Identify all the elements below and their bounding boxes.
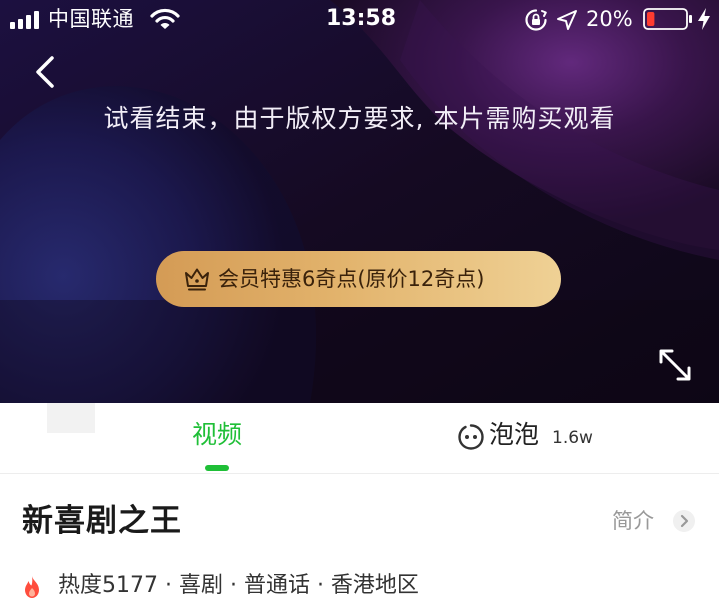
- chevron-right-icon: [673, 510, 695, 532]
- status-bar: 中国联通 13:58 20%: [0, 0, 719, 40]
- crown-icon: [185, 268, 209, 291]
- active-tab-indicator: [205, 465, 229, 471]
- battery-icon: [643, 8, 692, 30]
- vip-button-label: 会员特惠6奇点(原价12奇点): [218, 267, 485, 291]
- movie-title: 新喜剧之王: [22, 503, 182, 539]
- intro-label: 简介: [612, 509, 654, 533]
- clock: 13:58: [325, 6, 397, 31]
- tab-bubble-label: 泡泡: [489, 420, 540, 449]
- tab-video[interactable]: 视频: [158, 403, 276, 473]
- player-background: [0, 0, 719, 403]
- video-player[interactable]: 中国联通 13:58 20% 试看结束，由于版权方要求, 本片需购买观看 会员特…: [0, 0, 719, 403]
- movie-meta: 热度5177 · 喜剧 · 普通话 · 香港地区: [22, 570, 702, 604]
- movie-meta-text: 热度5177 · 喜剧 · 普通话 · 香港地区: [58, 573, 419, 598]
- lock-rotation-icon: [525, 9, 547, 31]
- bubble-icon: [458, 424, 484, 450]
- battery-percent: 20%: [586, 7, 633, 31]
- back-button[interactable]: [24, 50, 68, 94]
- trial-ended-message: 试看结束，由于版权方要求, 本片需购买观看: [103, 104, 616, 133]
- charging-icon: [698, 8, 710, 30]
- location-icon: [557, 10, 577, 30]
- tab-bubble[interactable]: 泡泡 1.6w: [452, 403, 612, 473]
- bubble-count: 1.6w: [552, 428, 593, 448]
- fire-icon: [25, 576, 39, 598]
- back-icon: [36, 56, 54, 88]
- tab-video-label: 视频: [191, 420, 242, 449]
- carrier-name: 中国联通: [48, 7, 134, 31]
- wifi-icon: [150, 8, 180, 29]
- signal-icon: [10, 11, 39, 29]
- fullscreen-icon[interactable]: [652, 344, 698, 388]
- tab-bar: 视频 泡泡 1.6w: [0, 403, 719, 474]
- movie-info: 新喜剧之王 简介 热度5177 · 喜剧 · 普通话 · 香港地区: [0, 474, 719, 604]
- intro-button[interactable]: 简介: [604, 504, 700, 540]
- overlay-remnant: [47, 403, 95, 433]
- vip-purchase-button[interactable]: 会员特惠6奇点(原价12奇点): [156, 251, 561, 307]
